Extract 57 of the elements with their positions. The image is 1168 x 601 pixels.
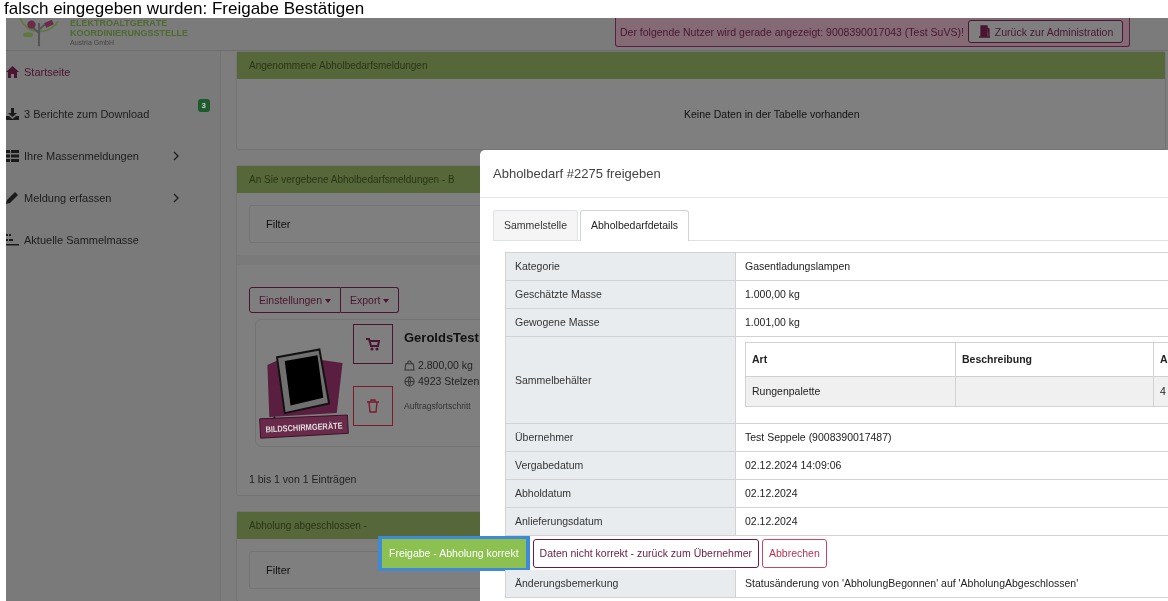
field-value: 1.000,00 kg	[744, 287, 801, 302]
tab[interactable]: Sammelstelle	[493, 210, 579, 240]
tab[interactable]: Abholbedarfdetails	[580, 210, 689, 241]
dropdown-button[interactable]: Einstellungen	[249, 287, 341, 313]
logo-text: ELEKTROALTGERÄTE	[70, 19, 169, 30]
sidebar-item[interactable]: Ihre Massenmeldungen	[6, 135, 220, 177]
monitor-drawing: BILDSCHIRMGERÄTE	[258, 336, 350, 442]
field-label: Gewogene Masse	[506, 309, 736, 336]
field-value: 02.12.2024	[744, 514, 799, 529]
field-label: Geschätzte Masse	[506, 281, 736, 308]
pen-icon	[6, 192, 19, 204]
cart-button[interactable]	[353, 324, 393, 364]
field-label: Vergabedatum	[506, 452, 736, 479]
field-label: Anlieferungsdatum	[506, 508, 736, 535]
field-label: Übernehmer	[506, 424, 736, 451]
field-label: Abholdatum	[506, 480, 736, 507]
download-icon	[6, 108, 19, 120]
field-label: Sammelbehälter	[506, 337, 736, 423]
sidebar-item[interactable]: Meldung erfassen	[6, 177, 220, 219]
delete-button[interactable]	[353, 386, 393, 426]
action-button[interactable]: Daten nicht korrekt - zurück zum Übernehmer	[532, 538, 759, 568]
weight-icon	[404, 359, 415, 371]
field-value: 1.001,00 kg	[744, 315, 801, 330]
field-value: Test Seppele (9008390017487)	[744, 430, 893, 445]
item-mass: 2.800,00 kg	[418, 359, 473, 371]
door-icon	[977, 25, 991, 38]
progress-label: Auftragsfortschritt	[404, 401, 472, 411]
action-button[interactable]: Abbrechen	[762, 538, 827, 568]
bars-icon	[6, 234, 19, 246]
action-button[interactable]: Freigabe - Abholung korrekt	[382, 538, 526, 568]
field-value: 02.12.2024	[744, 486, 799, 501]
logo-text: KOORDINIERUNGSSTELLE	[70, 29, 188, 40]
alert-text: Der folgende Nutzer wird gerade angezeigt: 9008390017043 (Test SuVS)!	[620, 25, 964, 38]
cart-icon	[366, 337, 380, 351]
back-to-admin-button[interactable]: Zurück zur Administration	[967, 20, 1124, 43]
trash-icon	[367, 399, 379, 413]
home-icon	[6, 66, 19, 78]
list-icon	[6, 150, 19, 162]
count-badge: 3	[197, 99, 210, 112]
caret-icon	[383, 299, 390, 304]
globe-icon	[404, 375, 415, 387]
sidebar-item[interactable]: Aktuelle Sammelmasse	[6, 219, 220, 261]
field-value: Gasentladungslampen	[744, 259, 852, 274]
item-name: GeroldsTest	[404, 330, 480, 345]
field-value: Statusänderung von 'AbholungBegonnen' auf 'AbholungAbgeschlossen'	[744, 576, 1080, 591]
field-label: Kategorie	[506, 253, 736, 280]
table-cell: Rungenpalette	[746, 377, 956, 406]
entries-info: 1 bis 1 von 1 Einträgen	[249, 473, 357, 485]
field-label: Änderungsbemerkung	[506, 570, 736, 597]
caret-icon	[324, 299, 331, 304]
empty-table-text: Keine Daten in der Tabelle vorhanden	[684, 108, 860, 120]
field-value: 02.12.2024 14:09:06	[744, 458, 843, 473]
dropdown-button[interactable]: Export	[340, 287, 400, 313]
sidebar-item[interactable]: Startseite	[6, 51, 220, 93]
table-cell: 4	[1154, 377, 1168, 406]
sidebar-item[interactable]: 3 Berichte zum Download 3	[6, 93, 220, 135]
item-location: 4923 Stelzen	[418, 375, 480, 387]
